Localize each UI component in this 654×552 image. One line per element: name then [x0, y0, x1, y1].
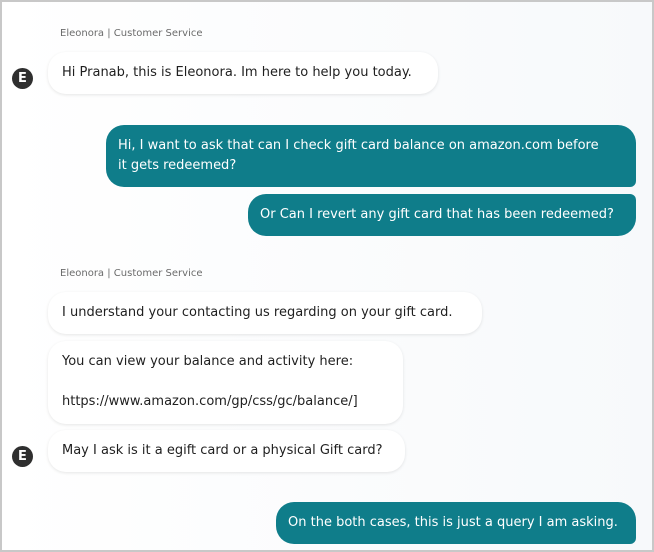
agent-message-text: You can view your balance and activity h…	[62, 354, 354, 369]
agent-message-link[interactable]: https://www.amazon.com/gp/css/gc/balance…	[62, 392, 389, 412]
agent-message: Hi Pranab, this is Eleonora. Im here to …	[48, 52, 438, 94]
agent-avatar: E	[12, 68, 33, 89]
agent-avatar: E	[12, 446, 33, 467]
agent-name-label: Eleonora | Customer Service	[60, 28, 203, 39]
agent-message-text: Hi Pranab, this is Eleonora. Im here to …	[62, 65, 412, 80]
customer-message: Or Can I revert any gift card that has b…	[248, 194, 636, 236]
agent-message: You can view your balance and activity h…	[48, 341, 403, 424]
agent-message: I understand your contacting us regardin…	[48, 292, 482, 334]
customer-message: Hi, I want to ask that can I check gift …	[106, 125, 636, 187]
agent-message-text: May I ask is it a egift card or a physic…	[62, 443, 383, 458]
customer-message-text: On the both cases, this is just a query …	[288, 515, 618, 530]
chat-transcript: Eleonora | Customer Service Hi Pranab, t…	[0, 0, 654, 552]
customer-message-text: Hi, I want to ask that can I check gift …	[118, 138, 599, 153]
agent-message: May I ask is it a egift card or a physic…	[48, 430, 405, 472]
customer-message: On the both cases, this is just a query …	[276, 502, 636, 544]
customer-message-text: it gets redeemed?	[118, 158, 237, 173]
customer-message-text: Or Can I revert any gift card that has b…	[260, 207, 614, 222]
agent-message-text: I understand your contacting us regardin…	[62, 305, 453, 320]
agent-name-label: Eleonora | Customer Service	[60, 268, 203, 279]
